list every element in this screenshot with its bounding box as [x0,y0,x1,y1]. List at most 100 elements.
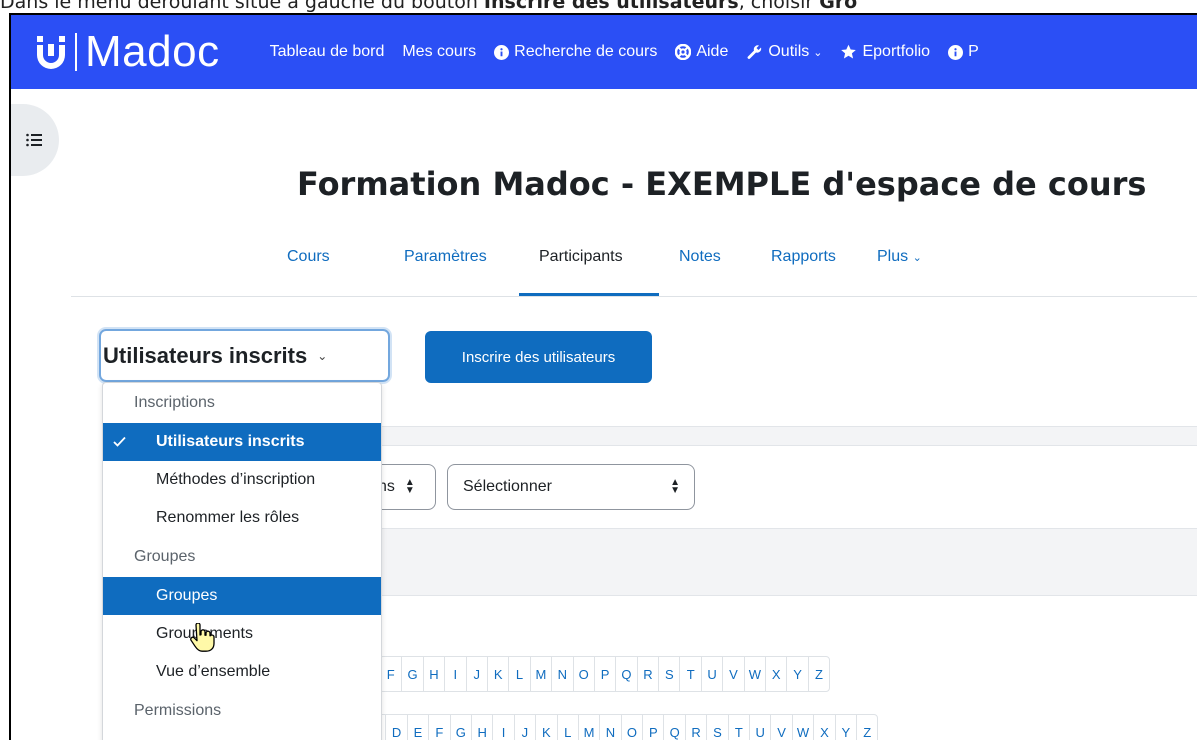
caption-prefix: Dans le menu déroulant situé à gauche du… [0,0,484,13]
dropdown-item-vue-ensemble[interactable]: Vue d’ensemble [103,653,381,691]
nav-label: P [968,43,979,60]
initial-letter[interactable]: H [422,657,444,691]
filter-type-select[interactable]: Sélectionner ▲ ▼ [447,464,695,510]
page-title: Formation Madoc - EXEMPLE d'espace de co… [297,165,1147,203]
screenshot-frame: Madoc Tableau de bord Mes cours Recherch… [9,13,1197,740]
initial-letter[interactable]: U [700,657,722,691]
nav-label: Eportfolio [862,43,931,60]
nav-aide[interactable]: Aide [675,43,728,61]
initial-letter[interactable]: T [679,657,700,691]
initial-letter[interactable]: U [749,715,770,740]
nav-eportfolio[interactable]: Eportfolio [840,43,930,61]
madoc-logo-icon [37,36,65,69]
initial-letter[interactable]: O [572,657,594,691]
initial-letter[interactable]: J [465,657,487,691]
tab-parametres[interactable]: Paramètres [404,248,487,266]
hand-pointer-cursor-icon [190,623,215,652]
initial-letter[interactable]: T [727,715,749,740]
initial-letter[interactable]: R [636,657,658,691]
initial-letter[interactable]: Y [834,715,856,740]
tab-cours[interactable]: Cours [287,248,330,266]
nav-label: Recherche de cours [514,43,658,60]
initial-letter[interactable]: E [406,715,428,740]
dropdown-item-label: Renommer les rôles [156,509,300,526]
check-icon [113,434,126,452]
initial-letter[interactable]: L [556,715,578,740]
nav-recherche-de-cours[interactable]: Recherche de cours [494,43,657,61]
initial-letter[interactable]: X [765,657,786,691]
initial-letter[interactable]: Q [615,657,636,691]
initial-letter[interactable]: J [513,715,535,740]
initial-letter[interactable]: X [813,715,834,740]
chevron-down-icon: ⌄ [317,348,328,363]
initial-letter[interactable]: N [599,715,620,740]
logo-separator [75,33,77,71]
initial-letter[interactable]: V [722,657,743,691]
caption-bold: Inscrire des utilisateurs [483,0,739,13]
course-index-toggle[interactable] [11,104,59,176]
initial-letter[interactable]: P [593,657,615,691]
dropdown-item-methodes-inscription[interactable]: Méthodes d’inscription [103,461,381,499]
nav-label: Tableau de bord [269,43,385,60]
initial-letter[interactable]: D [385,715,406,740]
initial-letter[interactable]: G [401,657,422,691]
wrench-icon [746,44,763,60]
enrol-users-button[interactable]: Inscrire des utilisateurs [425,331,652,383]
participants-page-dropdown: Inscriptions Utilisateurs inscrits Métho… [102,382,382,740]
initial-letter[interactable]: W [791,715,813,740]
list-icon [26,133,42,147]
initial-letter[interactable]: K [486,657,508,691]
top-navbar: Madoc Tableau de bord Mes cours Recherch… [11,15,1197,89]
nav-mes-cours[interactable]: Mes cours [402,43,476,61]
info-circle-icon [948,44,964,60]
nav-label: Aide [696,43,729,60]
initial-letter[interactable]: W [743,657,765,691]
dropdown-group-header: Groupes [134,548,196,565]
select-arrows-icon: ▲ ▼ [404,477,415,496]
tab-plus[interactable]: Plus ⌄ [877,248,922,266]
tab-notes[interactable]: Notes [679,248,721,266]
dropdown-item-label: Méthodes d’inscription [156,471,316,488]
tab-participants[interactable]: Participants [539,248,623,266]
filter-bar-top [379,426,1197,446]
instruction-caption: Dans le menu déroulant situé à gauche du… [0,0,1197,13]
nav-tableau-de-bord[interactable]: Tableau de bord [270,43,385,61]
nav-label: Mes cours [402,43,477,60]
initial-letter[interactable]: N [551,657,572,691]
caption-suffix: , choisir [738,0,820,13]
initial-letter[interactable]: P [642,715,663,740]
initial-letter[interactable]: L [508,657,529,691]
initial-letter[interactable]: Z [855,715,877,740]
nav-outils[interactable]: Outils ⌄ [746,43,822,61]
initial-letter[interactable]: S [706,715,727,740]
initial-letter[interactable]: K [535,715,556,740]
tab-rapports[interactable]: Rapports [771,248,836,266]
initial-letter[interactable]: G [449,715,471,740]
initial-letter[interactable]: O [620,715,642,740]
initial-letter[interactable]: M [577,715,599,740]
nav-p-truncated[interactable]: P [948,43,979,61]
initial-letter[interactable]: F [380,657,401,691]
firstname-initials-bar: FGHIJKLMNOPQRSTUVWXYZ [379,656,831,692]
dropdown-item-utilisateurs-inscrits[interactable]: Utilisateurs inscrits [103,423,381,461]
dropdown-item-groupes[interactable]: Groupes [103,577,381,615]
dropdown-item-renommer-roles[interactable]: Renommer les rôles [103,499,381,537]
initial-letter[interactable]: I [492,715,513,740]
initial-letter[interactable]: Q [663,715,684,740]
initial-letter[interactable]: V [770,715,791,740]
initial-letter[interactable]: H [470,715,492,740]
initial-letter[interactable]: R [684,715,706,740]
dropdown-group-header: Permissions [134,702,222,719]
site-logo[interactable]: Madoc [33,15,220,89]
participants-page-select[interactable]: Utilisateurs inscrits ⌄ [99,329,390,382]
filter-type-value: Sélectionner [463,478,552,495]
initial-letter[interactable]: I [444,657,465,691]
initial-letter[interactable]: F [428,715,449,740]
initial-letter[interactable]: Y [786,657,807,691]
logo-text: Madoc [85,27,220,76]
initial-letter[interactable]: S [658,657,679,691]
dropdown-item-groupements[interactable]: Groupements [103,615,381,653]
initial-letter[interactable]: Z [807,657,829,691]
initial-letter[interactable]: M [529,657,551,691]
chevron-down-icon: ⌄ [912,252,922,264]
